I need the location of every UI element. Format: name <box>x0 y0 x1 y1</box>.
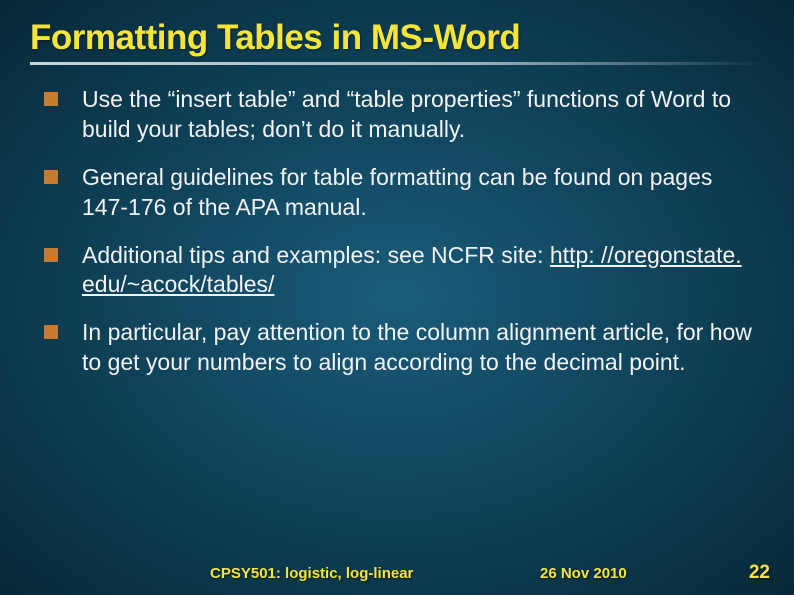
bullet-item: In particular, pay attention to the colu… <box>44 318 754 378</box>
bullet-item: Use the “insert table” and “table proper… <box>44 85 754 145</box>
bullet-icon <box>44 170 58 184</box>
footer-left: CPSY501: logistic, log-linear <box>210 565 413 582</box>
slide-title: Formatting Tables in MS-Word <box>30 18 764 58</box>
bullet-text: In particular, pay attention to the colu… <box>82 318 754 378</box>
title-underline <box>30 62 764 65</box>
bullet-icon <box>44 248 58 262</box>
slide: Formatting Tables in MS-Word Use the “in… <box>0 0 794 595</box>
slide-number: 22 <box>749 562 770 584</box>
bullet-text: Additional tips and examples: see NCFR s… <box>82 241 754 301</box>
bullet-item: General guidelines for table formatting … <box>44 163 754 223</box>
bullet-text: Use the “insert table” and “table proper… <box>82 85 754 145</box>
bullet-text: General guidelines for table formatting … <box>82 163 754 223</box>
bullet-item: Additional tips and examples: see NCFR s… <box>44 241 754 301</box>
slide-content: Use the “insert table” and “table proper… <box>30 85 764 378</box>
bullet-text-prefix: Additional tips and examples: see NCFR s… <box>82 242 550 268</box>
bullet-icon <box>44 325 58 339</box>
bullet-icon <box>44 92 58 106</box>
footer-date: 26 Nov 2010 <box>540 565 627 582</box>
